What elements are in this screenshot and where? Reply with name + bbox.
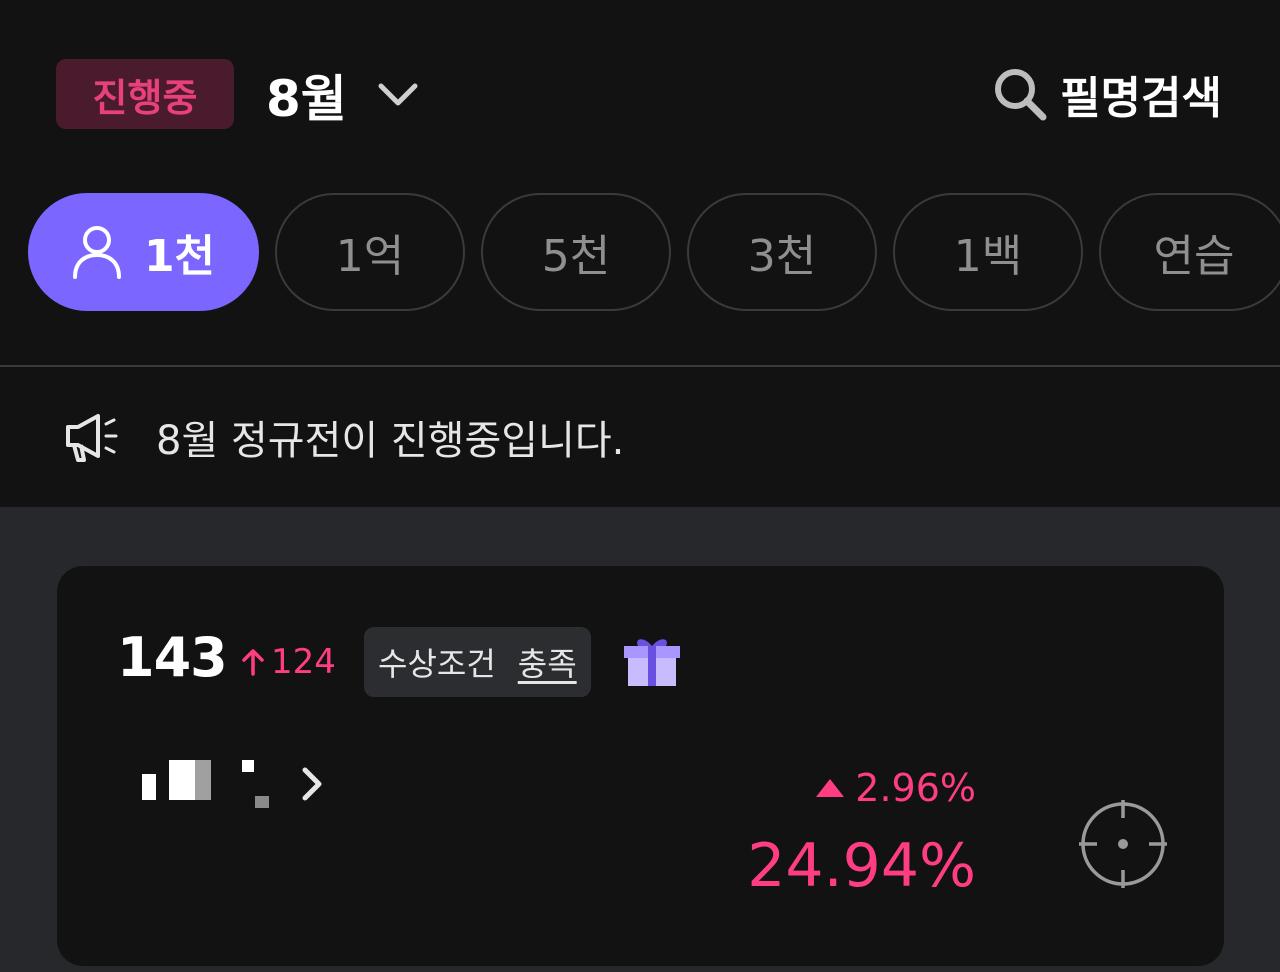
top-header: 진행중 8월 필명검색 [0, 0, 1280, 190]
month-selector[interactable]: 8월 [266, 60, 421, 130]
masked-name-pixel [242, 760, 254, 772]
tab-label: 5천 [541, 231, 611, 282]
my-rank-card: 143 124 수상조건 충족 2.96% 24.94% [57, 566, 1224, 966]
masked-name-pixel [169, 760, 195, 800]
tab-3천[interactable]: 3천 [687, 193, 877, 311]
rank-number: 143 [117, 626, 228, 689]
arrow-up-icon [242, 649, 264, 676]
month-label: 8월 [266, 70, 347, 128]
gift-icon [624, 639, 680, 686]
award-condition-tag: 수상조건 충족 [364, 627, 591, 697]
chevron-down-icon [378, 83, 418, 106]
chevron-right-icon [302, 767, 322, 801]
tab-1천[interactable]: 1천 [28, 193, 259, 311]
tab-1억[interactable]: 1억 [275, 193, 465, 311]
masked-name-pixel [142, 774, 156, 800]
league-tabs: 1천 1억 5천 3천 1백 연습 [28, 193, 1280, 311]
megaphone-icon [66, 414, 118, 462]
tab-연습[interactable]: 연습 [1099, 193, 1280, 311]
award-condition-label: 수상조건 [378, 645, 496, 683]
tab-label: 1백 [953, 231, 1023, 282]
return-rate-change: 2.96% [815, 766, 976, 810]
crosshair-icon[interactable] [1079, 800, 1167, 888]
tab-5천[interactable]: 5천 [481, 193, 671, 311]
masked-name-pixel [195, 760, 211, 800]
masked-name-pixel [255, 796, 269, 808]
triangle-up-icon [816, 779, 845, 797]
rank-change: 124 [241, 642, 336, 682]
return-rate-change-value: 2.96% [855, 766, 976, 810]
tab-label: 3천 [747, 231, 817, 282]
user-icon [72, 226, 121, 279]
status-badge-label: 진행중 [92, 75, 198, 120]
notice-text: 8월 정규전이 진행중입니다. [156, 418, 625, 464]
return-rate: 24.94% [747, 831, 976, 901]
search-label: 필명검색 [1060, 73, 1222, 124]
status-badge: 진행중 [56, 59, 234, 129]
rank-change-value: 124 [271, 642, 336, 682]
tab-label: 1천 [143, 231, 216, 282]
search-icon [995, 69, 1047, 121]
tab-1백[interactable]: 1백 [893, 193, 1083, 311]
tab-label: 연습 [1153, 231, 1235, 282]
nickname-search-button[interactable]: 필명검색 [990, 62, 1222, 126]
notice-bar: 8월 정규전이 진행중입니다. [0, 367, 1280, 507]
tab-label: 1억 [335, 231, 405, 282]
nickname-link[interactable] [142, 756, 332, 826]
award-condition-status: 충족 [517, 645, 577, 683]
